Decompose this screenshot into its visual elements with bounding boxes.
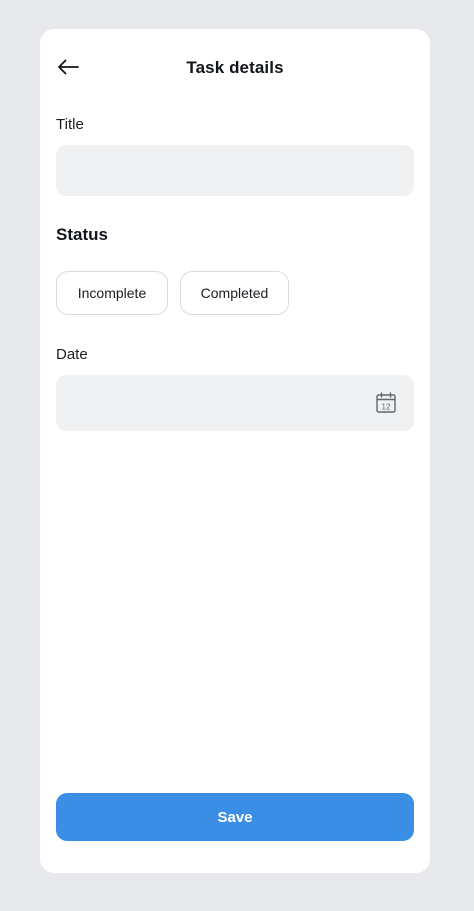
status-incomplete-label: Incomplete xyxy=(77,285,147,301)
calendar-icon-day: 12 xyxy=(382,403,391,412)
date-input[interactable] xyxy=(56,375,414,431)
calendar-icon[interactable]: 12 xyxy=(376,392,396,413)
header: Task details xyxy=(40,29,430,109)
status-heading: Status xyxy=(56,225,108,244)
task-details-card: Task details Title Status Incomplete Com… xyxy=(40,29,430,873)
page-title: Task details xyxy=(186,58,284,77)
status-completed-chip[interactable]: Completed xyxy=(180,271,289,315)
title-input[interactable] xyxy=(56,145,414,196)
title-label: Title xyxy=(56,116,84,133)
date-label: Date xyxy=(56,346,88,363)
status-completed-label: Completed xyxy=(200,285,269,301)
status-incomplete-chip[interactable]: Incomplete xyxy=(56,271,168,315)
save-button[interactable]: Save xyxy=(56,793,414,841)
